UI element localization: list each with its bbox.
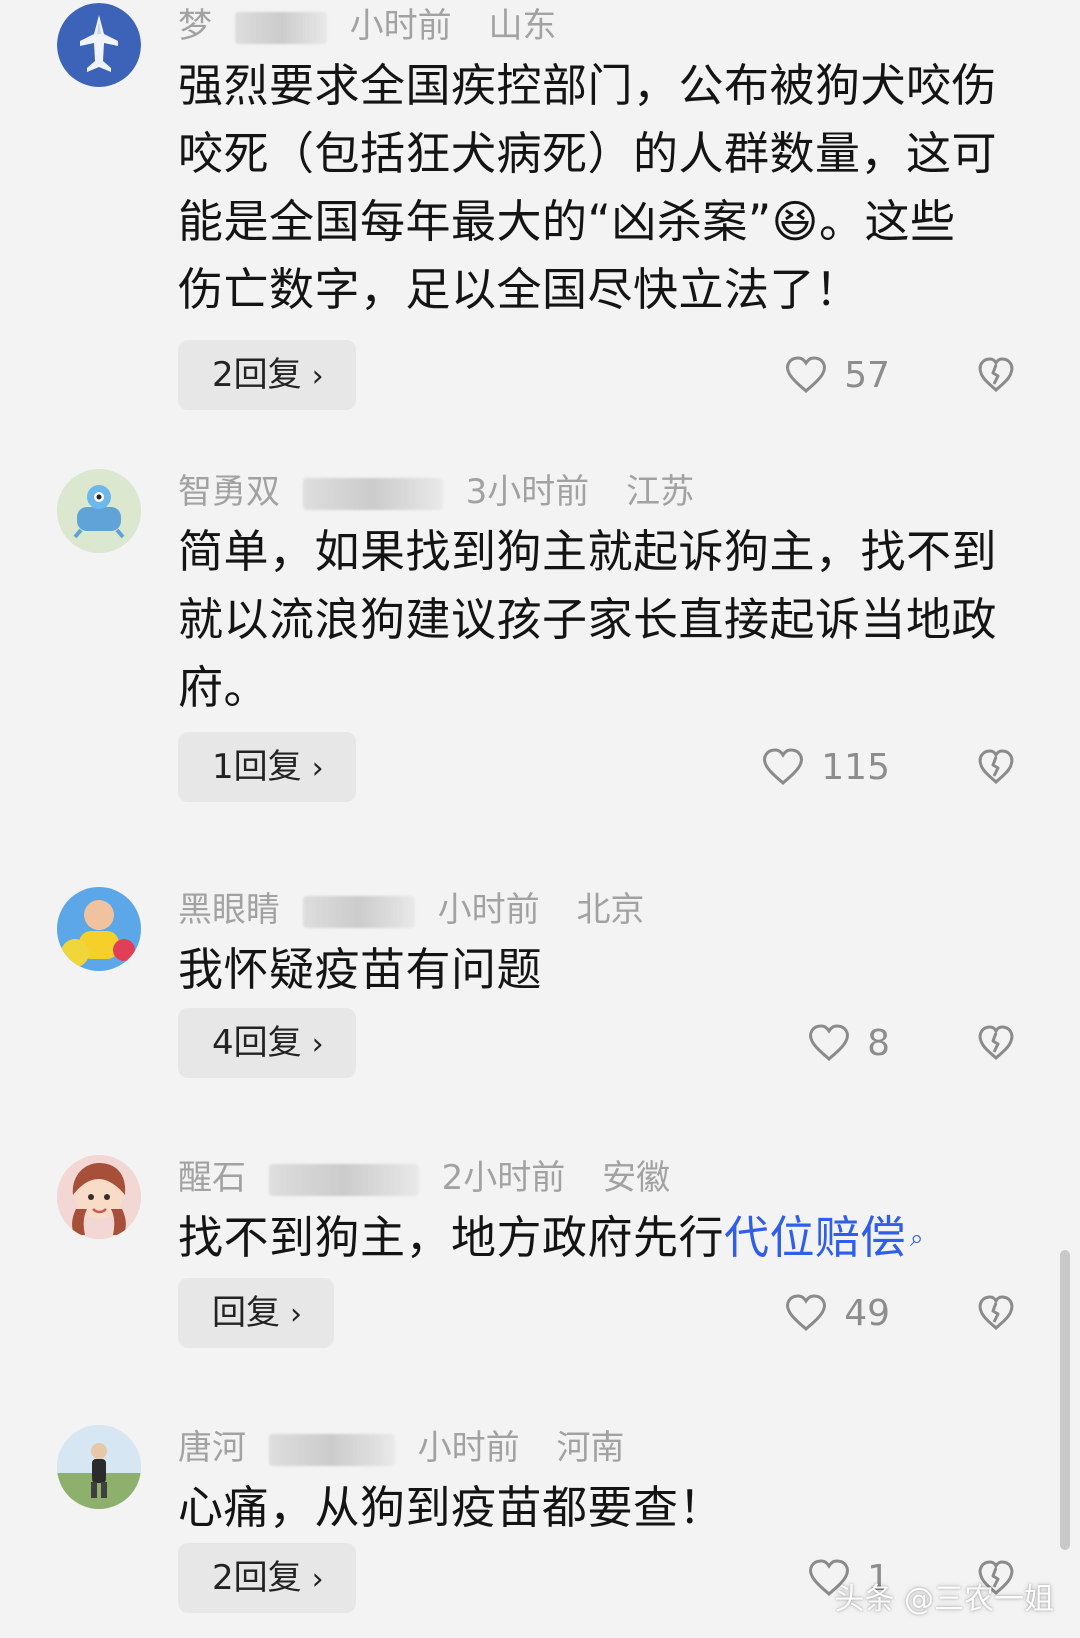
masked-author-text xyxy=(302,477,443,510)
like-button[interactable]: 57 xyxy=(784,340,890,410)
broken-heart-icon xyxy=(978,1025,1014,1061)
comment-text: 心痛，从狗到疫苗都要查！ xyxy=(178,1481,725,1534)
comment-time: 小时前 xyxy=(437,890,540,930)
replies-button[interactable]: 2回复 › xyxy=(178,1543,356,1613)
search-icon[interactable]: ⌕ xyxy=(910,1224,924,1252)
like-button[interactable]: 49 xyxy=(784,1278,890,1348)
comment-time: 3小时前 xyxy=(465,472,590,512)
comment-location: 江苏 xyxy=(626,472,695,512)
chevron-right-icon: › xyxy=(311,1562,324,1597)
search-link[interactable]: 代位赔偿 xyxy=(724,1211,906,1264)
dislike-button[interactable] xyxy=(976,1293,1016,1333)
comment-meta: 黑眼睛 小时前 北京 xyxy=(178,887,644,933)
comment-text-prefix: 找不到狗主，地方政府先行 xyxy=(178,1211,725,1264)
dislike-button[interactable] xyxy=(976,747,1016,787)
comment-time: 小时前 xyxy=(349,6,452,46)
like-count: 115 xyxy=(821,746,890,788)
fighter-jet-avatar[interactable] xyxy=(57,3,141,87)
replies-button[interactable]: 4回复 › xyxy=(178,1008,356,1078)
broken-heart-icon xyxy=(978,1295,1014,1331)
replies-label: 2回复 xyxy=(212,1558,302,1598)
comment-time: 2小时前 xyxy=(441,1158,566,1198)
man-outdoor-avatar[interactable] xyxy=(57,1425,141,1509)
author-name[interactable]: 醒石 xyxy=(178,1155,246,1201)
heart-outline-icon xyxy=(786,356,827,394)
author-name[interactable]: 唐河 xyxy=(178,1425,246,1471)
robot-avatar[interactable] xyxy=(57,469,141,553)
comment-text: 我怀疑疫苗有问题 xyxy=(178,943,543,996)
like-button[interactable]: 115 xyxy=(761,732,890,802)
comment-location: 河南 xyxy=(556,1428,625,1468)
like-count: 57 xyxy=(844,354,890,396)
comment-meta: 醒石 2小时前 安徽 xyxy=(178,1155,670,1201)
replies-button[interactable]: 1回复 › xyxy=(178,732,356,802)
chevron-right-icon: › xyxy=(311,751,324,786)
chevron-right-icon: › xyxy=(311,1027,324,1062)
comment-meta: 智勇双 3小时前 江苏 xyxy=(178,469,694,515)
replies-label: 2回复 xyxy=(212,355,302,395)
masked-author-text xyxy=(302,895,415,928)
replies-label: 4回复 xyxy=(212,1023,302,1063)
comment-time: 小时前 xyxy=(417,1428,520,1468)
dislike-button[interactable] xyxy=(976,1023,1016,1063)
replies-label: 1回复 xyxy=(212,747,302,787)
comment-meta: 梦 小时前 山东 xyxy=(178,3,556,49)
replies-button[interactable]: 2回复 › xyxy=(178,340,356,410)
replies-label: 回复 xyxy=(212,1293,280,1333)
comment-text: 找不到狗主，地方政府先行代位赔偿 ⌕ xyxy=(178,1204,998,1272)
comment-location: 山东 xyxy=(488,6,557,46)
comment-text: 强烈要求全国疾控部门，公布被狗犬咬伤咬死（包括狂犬病死）的人群数量，这可能是全国… xyxy=(178,59,998,316)
broken-heart-icon xyxy=(978,357,1014,393)
author-name[interactable]: 智勇双 xyxy=(178,469,280,515)
comment-text: 简单，如果找到狗主就起诉狗主，找不到就以流浪狗建议孩子家长直接起诉当地政府。 xyxy=(178,525,998,714)
like-count: 8 xyxy=(867,1022,890,1064)
like-count: 49 xyxy=(844,1292,890,1334)
broken-heart-icon xyxy=(978,749,1014,785)
masked-author-text xyxy=(234,11,327,44)
like-button[interactable]: 8 xyxy=(807,1008,890,1078)
masked-author-text xyxy=(268,1163,419,1196)
chevron-right-icon: › xyxy=(311,359,324,394)
author-name[interactable]: 梦 xyxy=(178,3,212,49)
dislike-button[interactable] xyxy=(976,355,1016,395)
heart-outline-icon xyxy=(809,1024,849,1062)
comment-list: 梦 小时前 山东 强烈要求全国疾控部门，公布被狗犬咬伤咬死（包括狂犬病死）的人群… xyxy=(0,0,1080,1638)
watermark-text: 头条 @三农一姐 xyxy=(834,1582,1054,1617)
replies-button[interactable]: 回复 › xyxy=(178,1278,334,1348)
scrollbar[interactable] xyxy=(1060,1250,1070,1550)
masked-author-text xyxy=(268,1433,395,1466)
comment-location: 北京 xyxy=(576,890,645,930)
child-photo-avatar[interactable] xyxy=(57,887,141,971)
comment-location: 安徽 xyxy=(602,1158,671,1198)
anime-girl-avatar[interactable] xyxy=(57,1155,141,1239)
chevron-right-icon: › xyxy=(290,1297,302,1332)
heart-outline-icon xyxy=(763,748,804,786)
comment-meta: 唐河 小时前 河南 xyxy=(178,1425,624,1471)
author-name[interactable]: 黑眼睛 xyxy=(178,887,280,933)
heart-outline-icon xyxy=(786,1294,827,1332)
